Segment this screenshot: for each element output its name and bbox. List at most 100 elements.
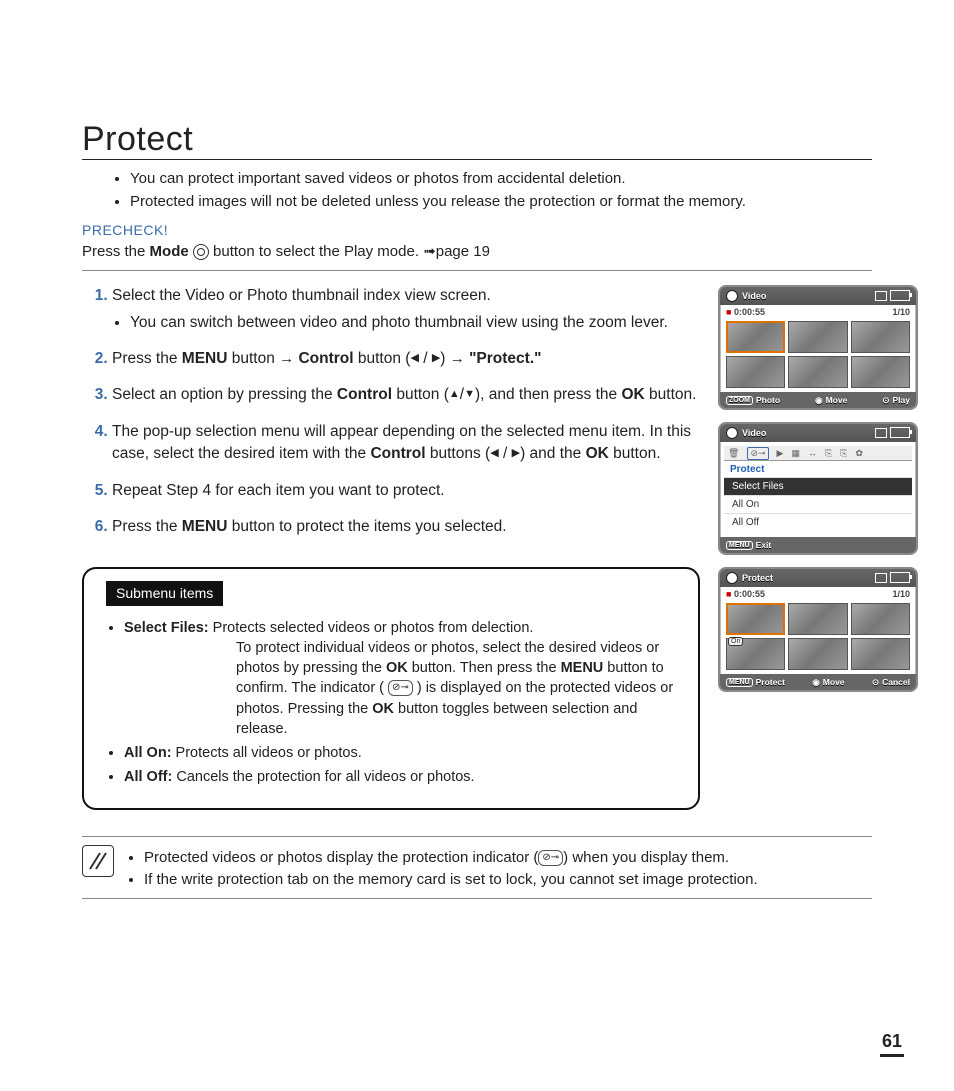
timecode: 0:00:55 — [734, 307, 765, 317]
screen-illustrations: Video ■ 0:00:55 1/10 ZOOM Photo — [718, 285, 918, 704]
text: Cancels the protection for all videos or… — [172, 769, 474, 785]
screen-footer: MENU Protect ◉ Move ⊙ Cancel — [720, 674, 916, 690]
text: buttons ( — [426, 445, 491, 462]
screen-protect-select: Protect ■ 0:00:55 1/10 On MENU Protect — [718, 567, 918, 692]
text: button to protect the items you selected… — [227, 518, 506, 535]
step-2: Press the MENU button → Control button (… — [112, 348, 700, 370]
counter: 1/10 — [892, 307, 910, 317]
thumbnail — [788, 638, 847, 670]
footer-photo: Photo — [756, 395, 780, 405]
page-number: 61 — [880, 1031, 904, 1057]
battery-icon — [890, 290, 910, 301]
text: button — [227, 350, 279, 367]
text: Protects selected videos or photos from … — [213, 618, 534, 638]
thumbnail-grid: On — [720, 601, 916, 674]
screen-header: Video — [720, 424, 916, 442]
screen-footer: MENU Exit — [720, 537, 916, 553]
select-files-body: To protect individual videos or photos, … — [236, 638, 676, 739]
menu-word: MENU — [182, 518, 228, 535]
mode-button-icon — [193, 244, 209, 260]
menu-label: Protect — [724, 461, 912, 477]
battery-icon — [890, 572, 910, 583]
menu-word: MENU — [182, 350, 228, 367]
battery-icon — [890, 427, 910, 438]
text: button ( — [354, 350, 411, 367]
menu-option-all-on: All On — [724, 495, 912, 513]
text: Press the — [112, 350, 182, 367]
text: Protected videos or photos display the p… — [144, 849, 538, 866]
text: Select the Video or Photo thumbnail inde… — [112, 287, 491, 304]
control-word: Control — [337, 386, 392, 403]
manual-page: Protect You can protect important saved … — [0, 0, 954, 1091]
note-list: Protected videos or photos display the p… — [144, 847, 758, 891]
card-icon — [875, 428, 887, 438]
ok-word: OK — [621, 386, 644, 403]
submenu-all-off: All Off: Cancels the protection for all … — [124, 767, 676, 787]
ring-icon: ◉ — [815, 395, 822, 406]
right-triangle-icon: ▶ — [512, 447, 520, 459]
timecode: 0:00:55 — [734, 589, 765, 599]
rec-icon: ■ — [726, 307, 731, 317]
rec-icon: ■ — [726, 589, 731, 599]
ok-word: OK — [386, 660, 408, 676]
submenu-all-on: All On: Protects all videos or photos. — [124, 743, 676, 763]
screen-title: Video — [742, 291, 766, 301]
protect-tag: On — [728, 637, 743, 646]
steps-list: Select the Video or Photo thumbnail inde… — [82, 285, 700, 539]
footer-protect: Protect — [756, 677, 785, 687]
menu-body: 🗑 ⊘⊸ ▶ ▦ ↔ ⎘ ⎘ ✿ Protect Select Files Al… — [720, 442, 916, 537]
menu-btn-label: MENU — [726, 541, 753, 550]
precheck-label: PRECHECK! — [82, 222, 872, 238]
intro-list: You can protect important saved videos o… — [112, 168, 872, 212]
label: All Off: — [124, 769, 172, 785]
text: button. — [645, 386, 697, 403]
thumbnail — [851, 321, 910, 353]
submenu-title: Submenu items — [106, 581, 223, 607]
mode-word: Mode — [150, 243, 189, 260]
left-triangle-icon: ◀ — [490, 447, 498, 459]
lock-indicator-icon: ⊘⊸ — [538, 850, 563, 867]
thumbnail — [726, 603, 785, 635]
screen-protect-menu: Video 🗑 ⊘⊸ ▶ ▦ ↔ ⎘ ⎘ ✿ Protect S — [718, 422, 918, 555]
screen-footer: ZOOM Photo ◉ Move ⊙ Play — [720, 392, 916, 408]
card-icon — [875, 291, 887, 301]
text: button to select the Play mode. — [209, 243, 423, 260]
step-4: The pop-up selection menu will appear de… — [112, 421, 700, 466]
menu-icon-row: 🗑 ⊘⊸ ▶ ▦ ↔ ⎘ ⎘ ✿ — [724, 446, 912, 461]
thumbnail — [788, 603, 847, 635]
thumbnail-grid — [720, 319, 916, 392]
control-word: Control — [370, 445, 425, 462]
text: ) and the — [520, 445, 586, 462]
screen-video-index: Video ■ 0:00:55 1/10 ZOOM Photo — [718, 285, 918, 410]
screen-info: ■ 0:00:55 1/10 — [720, 305, 916, 319]
text: Press the — [82, 243, 150, 260]
down-triangle-icon: ▼ — [464, 388, 475, 400]
ring-icon: ◉ — [812, 677, 819, 688]
step-6: Press the MENU button to protect the ite… — [112, 516, 700, 538]
submenu-list: Select Files: Protects selected videos o… — [124, 618, 676, 787]
control-word: Control — [298, 350, 353, 367]
footer-cancel: Cancel — [882, 677, 910, 687]
copy2-icon: ⎘ — [840, 448, 847, 459]
page-title: Protect — [82, 120, 872, 160]
camera-icon — [726, 572, 738, 584]
step-1: Select the Video or Photo thumbnail inde… — [112, 285, 700, 334]
zoom-label: ZOOM — [726, 396, 753, 405]
screen-info: ■ 0:00:55 1/10 — [720, 587, 916, 601]
step-3: Select an option by pressing the Control… — [112, 384, 700, 406]
step-1-sub: You can switch between video and photo t… — [130, 312, 700, 334]
footer-play: Play — [892, 395, 910, 405]
card-icon — [875, 573, 887, 583]
screen-header: Protect — [720, 569, 916, 587]
note-icon — [82, 845, 114, 877]
protect-word: "Protect." — [469, 350, 541, 367]
thumbnail — [726, 356, 785, 388]
counter: 1/10 — [892, 589, 910, 599]
label: Select Files: — [124, 620, 209, 636]
intro-item: You can protect important saved videos o… — [130, 168, 872, 189]
text: button. Then press the — [408, 660, 561, 676]
share-icon: ↔ — [808, 448, 817, 458]
menu-option-select-files: Select Files — [724, 477, 912, 495]
menu-option-all-off: All Off — [724, 513, 912, 531]
arrow-icon: → — [279, 350, 294, 367]
